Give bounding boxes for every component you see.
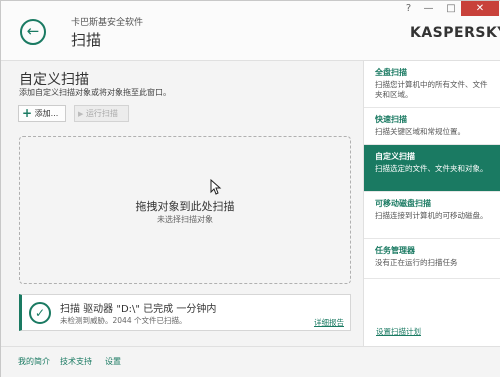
scan-type-sidebar: 全盘扫描 扫描您计算机中的所有文件、文件夹和区域。 快速扫描 扫描关键区域和常规…	[363, 61, 500, 346]
drop-zone-subtitle: 未选择扫描对象	[157, 215, 213, 224]
kaspersky-logo: KASPERSKYlab	[410, 25, 500, 41]
play-icon: ▶	[78, 110, 84, 118]
sidebar-item-desc: 扫描连接到计算机的可移动磁盘。	[375, 211, 488, 220]
sidebar-item-title: 可移动磁盘扫描	[375, 199, 431, 208]
sidebar-item-quick-scan[interactable]: 快速扫描 扫描关键区域和常规位置。	[364, 108, 500, 145]
sidebar-item-title: 任务管理器	[375, 246, 415, 255]
drop-zone-title: 拖拽对象到此处扫描	[135, 200, 235, 213]
sidebar-item-desc: 没有正在运行的扫描任务	[375, 258, 458, 267]
help-button[interactable]: ?	[401, 1, 416, 16]
footer-link-support[interactable]: 技术支持	[60, 356, 92, 367]
main-panel: 自定义扫描 添加自定义扫描对象或将对象拖至此窗口。 + 添加... ▶ 运行扫描…	[1, 61, 361, 346]
status-subtitle: 未检测到威胁。2044 个文件已扫描。	[60, 316, 187, 325]
app-subtitle: 卡巴斯基安全软件	[71, 18, 144, 28]
sidebar-item-title: 快速扫描	[375, 115, 407, 124]
check-icon: ✓	[29, 302, 51, 324]
schedule-scan-link[interactable]: 设置扫描计划	[376, 326, 421, 337]
sidebar-item-desc: 扫描关键区域和常规位置。	[375, 127, 465, 136]
footer-link-profile[interactable]: 我的简介	[18, 356, 50, 367]
minimize-button[interactable]: —	[416, 1, 441, 16]
footer-link-settings[interactable]: 设置	[105, 356, 121, 367]
back-arrow-icon[interactable]: ←	[20, 19, 46, 45]
run-scan-button[interactable]: ▶ 运行扫描	[74, 105, 129, 122]
close-button[interactable]: ✕	[461, 1, 499, 16]
add-button[interactable]: + 添加...	[18, 105, 66, 122]
sidebar-item-title: 自定义扫描	[375, 152, 415, 161]
sidebar-item-title: 全盘扫描	[375, 68, 407, 77]
sidebar-item-custom-scan[interactable]: 自定义扫描 扫描选定的文件、文件夹和对象。	[364, 145, 500, 192]
sidebar-item-removable-scan[interactable]: 可移动磁盘扫描 扫描连接到计算机的可移动磁盘。	[364, 192, 500, 239]
drop-zone[interactable]: 拖拽对象到此处扫描 未选择扫描对象	[19, 136, 351, 284]
footer: 我的简介 技术支持 设置	[1, 346, 500, 377]
sidebar-item-desc: 扫描您计算机中的所有文件、文件夹和区域。	[375, 80, 488, 99]
status-title: 扫描 驱动器 "D:\" 已完成 一分钟内	[60, 304, 217, 315]
mouse-cursor-icon	[210, 179, 222, 195]
detailed-report-link[interactable]: 详细报告	[314, 317, 344, 328]
sidebar-item-desc: 扫描选定的文件、文件夹和对象。	[375, 164, 488, 173]
plus-icon: +	[22, 106, 33, 120]
sidebar-item-task-manager[interactable]: 任务管理器 没有正在运行的扫描任务	[364, 239, 500, 279]
add-button-label: 添加...	[34, 109, 59, 118]
section-title: 自定义扫描	[19, 72, 89, 88]
app-window: ← 卡巴斯基安全软件 扫描 KASPERSKYlab ? — □ ✕ 自定义扫描…	[0, 0, 500, 377]
maximize-button[interactable]: □	[441, 1, 461, 16]
header: ← 卡巴斯基安全软件 扫描 KASPERSKYlab ? — □ ✕	[1, 1, 500, 61]
run-scan-label: 运行扫描	[85, 109, 118, 118]
logo-text: KASPERSKY	[410, 25, 500, 41]
scan-status-panel: ✓ 扫描 驱动器 "D:\" 已完成 一分钟内 未检测到威胁。2044 个文件已…	[19, 294, 351, 331]
section-description: 添加自定义扫描对象或将对象拖至此窗口。	[19, 88, 171, 97]
page-title: 扫描	[71, 31, 102, 49]
sidebar-item-full-scan[interactable]: 全盘扫描 扫描您计算机中的所有文件、文件夹和区域。	[364, 61, 500, 108]
